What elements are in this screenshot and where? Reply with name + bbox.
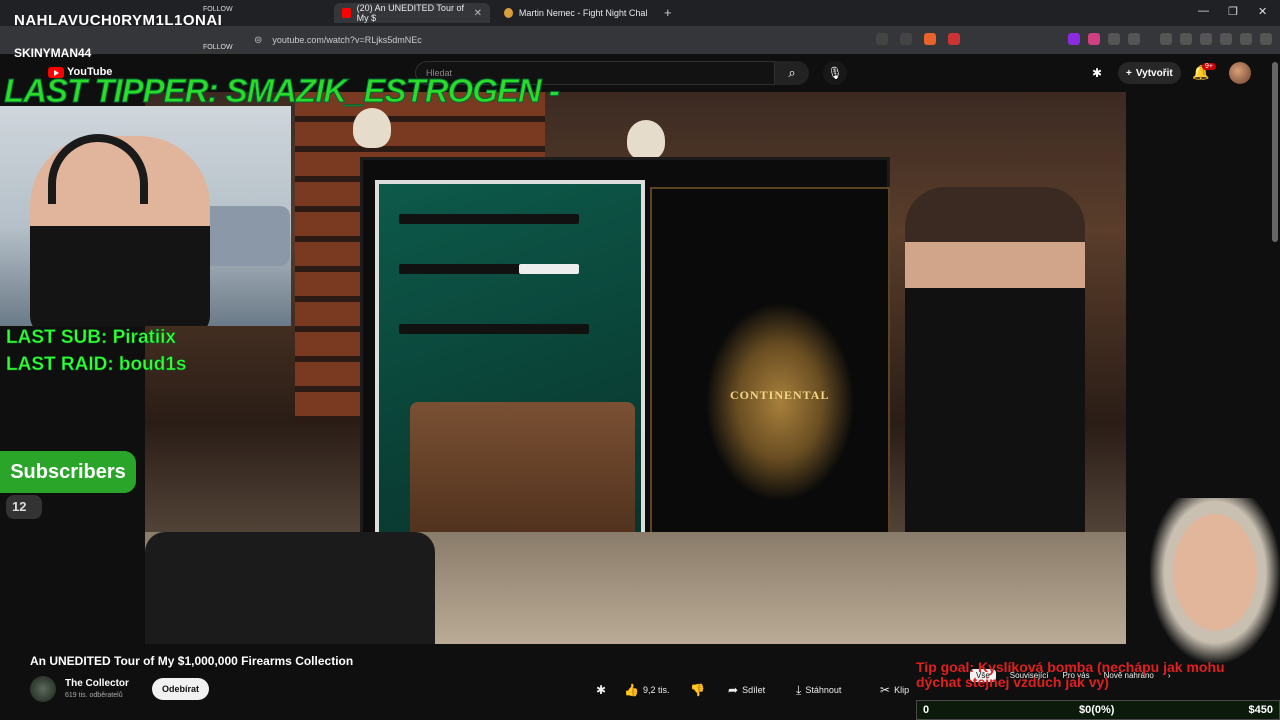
tab-title: (20) An UNEDITED Tour of My $ <box>356 3 464 23</box>
subscribe-button[interactable]: Odebírat <box>152 678 210 700</box>
overlay-follower-name: SKINYMAN44 <box>14 46 92 60</box>
overlay-follower-name: NAHLAVUCH0RYM1L1ONAI <box>14 12 223 29</box>
extension-icon[interactable] <box>1128 33 1140 45</box>
share-label: Sdílet <box>742 685 766 695</box>
overlay-subscribers-count: 12 <box>6 495 42 519</box>
overlay-last-tipper: LAST TIPPER: SMAZIK_ESTROGEN - <box>4 72 561 110</box>
tip-goal-target: $450 <box>1248 704 1273 716</box>
channel-avatar[interactable] <box>30 676 56 702</box>
brave-shield-icon[interactable] <box>924 33 936 45</box>
cast-icon[interactable]: ✱ <box>1092 66 1102 80</box>
like-button[interactable]: 👍 9,2 tis. <box>624 680 669 700</box>
overlay-follow-label: FOLLOW <box>203 44 233 51</box>
youtube-favicon-icon <box>342 8 351 18</box>
url-text: youtube.com/watch?v=RLjks5dmNEc <box>272 35 422 45</box>
video-gun <box>399 324 589 334</box>
clip-label: Klip <box>894 685 910 695</box>
site-info-icon[interactable]: ⊜ <box>254 35 262 46</box>
leo-icon[interactable] <box>1220 33 1232 45</box>
extension-icon[interactable] <box>1088 33 1100 45</box>
media-icon[interactable] <box>1160 33 1172 45</box>
thumbs-up-icon: 👍 <box>624 683 639 697</box>
new-tab-button[interactable]: + <box>664 5 672 20</box>
minimize-button[interactable]: — <box>1198 5 1209 17</box>
notification-badge: 9+ <box>1202 63 1216 70</box>
site-favicon-icon <box>504 8 513 18</box>
rewards-icon[interactable] <box>948 33 960 45</box>
tip-goal-start: 0 <box>923 704 930 716</box>
dislike-button[interactable]: 👎 <box>690 680 705 700</box>
like-count: 9,2 tis. <box>642 685 670 695</box>
channel-name[interactable]: The Collector <box>65 678 129 689</box>
download-button[interactable]: ⤓ Stáhnout <box>796 680 841 700</box>
download-icon: ⤓ <box>796 682 802 697</box>
extensions-puzzle-icon[interactable] <box>1108 33 1120 45</box>
overlay-subscribers-label: Subscribers <box>0 451 136 493</box>
tab-title: Martin Nemec - Fight Night Challeng <box>518 8 648 18</box>
video-skull <box>627 120 665 160</box>
share-button[interactable]: ➦ Sdílet <box>728 680 765 700</box>
video-skull <box>353 108 391 148</box>
overlay-face-cam <box>1150 498 1280 663</box>
share-arrow-icon: ➦ <box>728 683 739 697</box>
url-field[interactable]: ⊜ youtube.com/watch?v=RLjks5dmNEc <box>248 30 968 50</box>
scissors-icon: ✂ <box>880 683 891 697</box>
gift-button[interactable]: ✱ <box>596 680 606 700</box>
microphone-icon[interactable]: 🎙 <box>823 61 847 85</box>
wallet-icon[interactable] <box>1200 33 1212 45</box>
install-icon[interactable] <box>876 33 888 45</box>
video-chair <box>145 532 435 644</box>
tip-goal-current: $0(0%) <box>1079 704 1115 716</box>
clip-button[interactable]: ✂ Klip <box>880 680 909 700</box>
overlay-last-sub: LAST SUB: Piratiix <box>6 327 176 349</box>
download-label: Stáhnout <box>805 685 842 695</box>
video-title: An UNEDITED Tour of My $1,000,000 Firear… <box>30 654 354 668</box>
gift-icon: ✱ <box>596 683 607 697</box>
maximize-button[interactable]: ❐ <box>1228 5 1238 18</box>
menu-icon[interactable] <box>1260 33 1272 45</box>
video-gun <box>399 214 579 224</box>
create-label: Vytvořit <box>1135 67 1173 79</box>
plus-icon: + <box>1126 67 1132 79</box>
tab-martin-nemec[interactable]: Martin Nemec - Fight Night Challeng <box>496 3 656 23</box>
overlay-tip-goal: Tip goal: Kyslíková bomba (nechápu jak m… <box>916 659 1225 690</box>
vpn-icon[interactable] <box>1240 33 1252 45</box>
search-icon[interactable]: ⌕ <box>775 61 809 85</box>
streamer-webcam <box>0 106 291 326</box>
user-avatar[interactable] <box>1229 62 1251 84</box>
tab-youtube[interactable]: (20) An UNEDITED Tour of My $ ✕ <box>334 3 490 23</box>
thumbs-down-icon: 👎 <box>690 683 705 697</box>
overlay-last-raid: LAST RAID: boud1s <box>6 354 187 376</box>
extension-icon[interactable] <box>1068 33 1080 45</box>
video-couch <box>410 402 635 552</box>
video-gun <box>519 264 579 274</box>
create-button[interactable]: + Vytvořit <box>1118 62 1181 84</box>
tab-close-icon[interactable]: ✕ <box>474 8 482 19</box>
video-player[interactable]: CONTINENTAL <box>145 92 1126 644</box>
page-scrollbar[interactable] <box>1272 62 1278 242</box>
overlay-follow-label: FOLLOW <box>203 6 233 13</box>
share-icon[interactable] <box>900 33 912 45</box>
video-crest-text: CONTINENTAL <box>730 388 830 402</box>
address-bar-row: ⊜ youtube.com/watch?v=RLjks5dmNEc <box>0 26 1280 54</box>
tip-goal-progress-bar: 0 $0(0%) $450 <box>916 700 1280 720</box>
channel-subscriber-count: 619 tis. odběratelů <box>65 692 123 699</box>
sidebar-icon[interactable] <box>1180 33 1192 45</box>
window-close-button[interactable]: ✕ <box>1258 5 1267 18</box>
